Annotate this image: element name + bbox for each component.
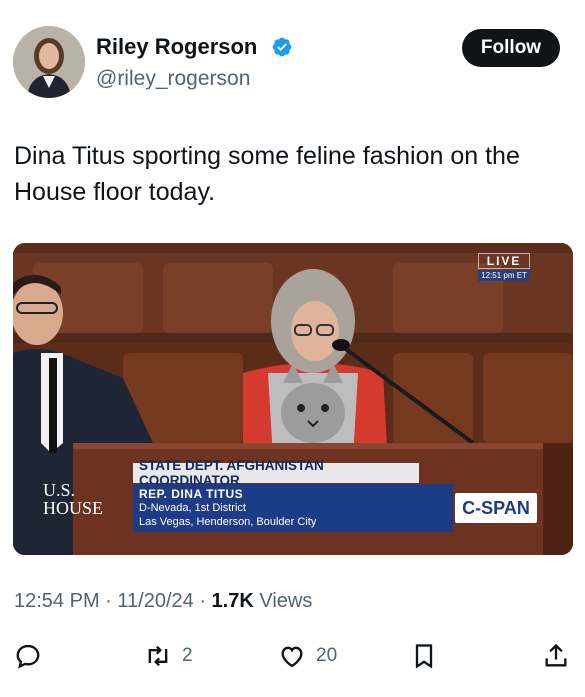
retweet-icon: [148, 645, 168, 667]
bookmark-button[interactable]: [410, 638, 438, 674]
views-count: 1.7K: [211, 590, 254, 612]
live-time: 12:51 pm ET: [478, 270, 530, 281]
user-handle[interactable]: @riley_rogerson: [96, 67, 250, 91]
avatar-image: [13, 26, 85, 98]
chyron-cities: Las Vegas, Henderson, Boulder City: [139, 516, 317, 528]
house-logo-line2: HOUSE: [43, 498, 104, 518]
tweet-time[interactable]: 12:54 PM: [14, 590, 100, 612]
house-logo-line1: U.S.: [43, 480, 76, 500]
share-icon: [545, 643, 567, 667]
meta-separator: ·: [199, 590, 212, 612]
retweet-count: 2: [182, 645, 193, 666]
verified-badge-icon: [272, 37, 292, 57]
share-button[interactable]: [542, 638, 570, 674]
tweet-text: Dina Titus sporting some feline fashion …: [14, 142, 520, 206]
reply-icon: [16, 644, 40, 669]
chyron-name: REP. DINA TITUS: [139, 487, 244, 501]
chyron-title: STATE DEPT. AFGHANISTAN COORDINATOR: [133, 458, 419, 488]
chyron-district: D-Nevada, 1st District: [139, 502, 246, 514]
chyron-body: REP. DINA TITUS D-Nevada, 1st District L…: [133, 484, 453, 532]
views-label: Views: [259, 590, 313, 612]
tweet-meta: 12:54 PM · 11/20/24 · 1.7K Views: [14, 590, 312, 613]
us-house-logo: U.S. HOUSE: [43, 481, 103, 517]
live-badge: LIVE 12:51 pm ET: [478, 253, 530, 281]
cspan-logo: C-SPAN: [455, 493, 537, 523]
bookmark-icon: [415, 644, 433, 669]
live-label: LIVE: [478, 253, 530, 269]
display-name[interactable]: Riley Rogerson: [96, 34, 257, 60]
tweet-date[interactable]: 11/20/24: [117, 590, 193, 612]
retweet-button[interactable]: 2: [144, 638, 193, 674]
avatar[interactable]: [13, 26, 85, 98]
action-bar: 2 20: [0, 638, 585, 678]
follow-button[interactable]: Follow: [462, 29, 560, 67]
heart-icon: [281, 646, 303, 668]
tweet-media[interactable]: LIVE 12:51 pm ET U.S. HOUSE STATE DEPT. …: [13, 243, 573, 555]
meta-separator: ·: [105, 590, 118, 612]
reply-button[interactable]: [14, 638, 42, 674]
like-button[interactable]: 20: [278, 638, 337, 674]
like-count: 20: [316, 645, 338, 666]
